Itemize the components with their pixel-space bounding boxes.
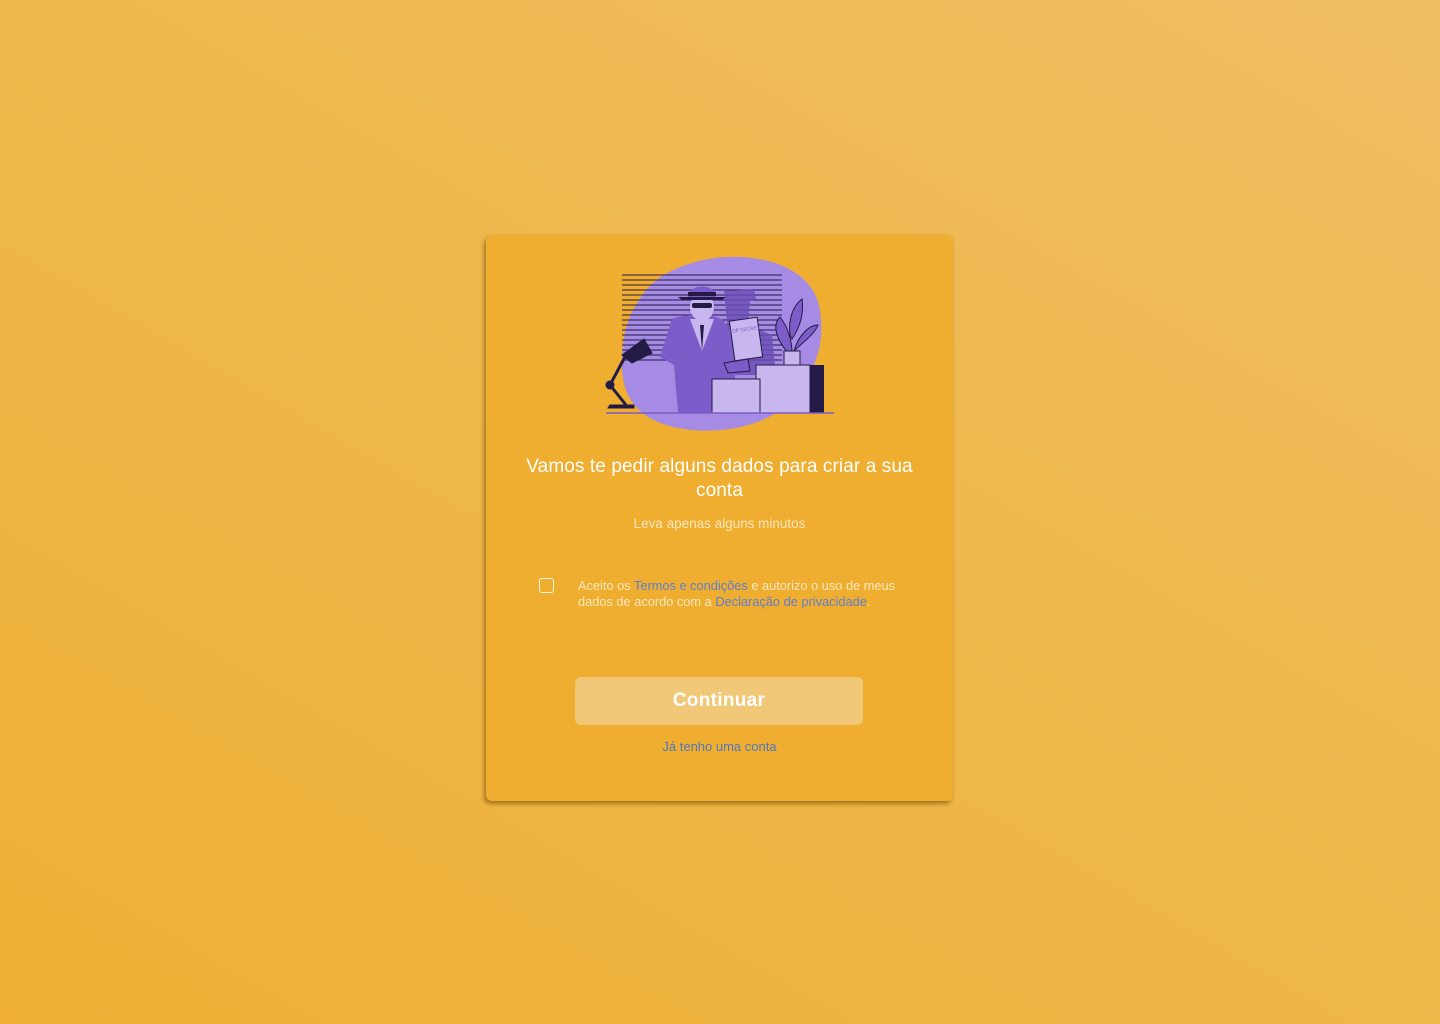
terms-text-part-1: Aceito os — [578, 578, 634, 593]
privacy-link[interactable]: Declaração de privacidade — [715, 594, 867, 609]
secret-paper — [728, 316, 764, 362]
login-link[interactable]: Já tenho uma conta — [526, 739, 913, 755]
terms-text: Aceito os Termos e condições e autorizo … — [578, 578, 913, 610]
detective-hat — [678, 297, 726, 300]
terms-text-part-3: . — [866, 594, 871, 609]
signup-card: TOP SECRET Vamos te pedir alguns dados p… — [486, 235, 953, 801]
desk-drawer — [711, 378, 761, 414]
terms-link[interactable]: Termos e condições — [634, 578, 748, 593]
continue-button[interactable]: Continuar — [575, 677, 863, 725]
terms-checkbox[interactable] — [539, 578, 554, 593]
desk-box-light — [755, 364, 811, 414]
detective-illustration: TOP SECRET — [605, 256, 834, 431]
page-subtitle: Leva apenas alguns minutos — [633, 516, 806, 531]
page-title: Vamos te pedir alguns dados para criar a… — [526, 456, 913, 501]
